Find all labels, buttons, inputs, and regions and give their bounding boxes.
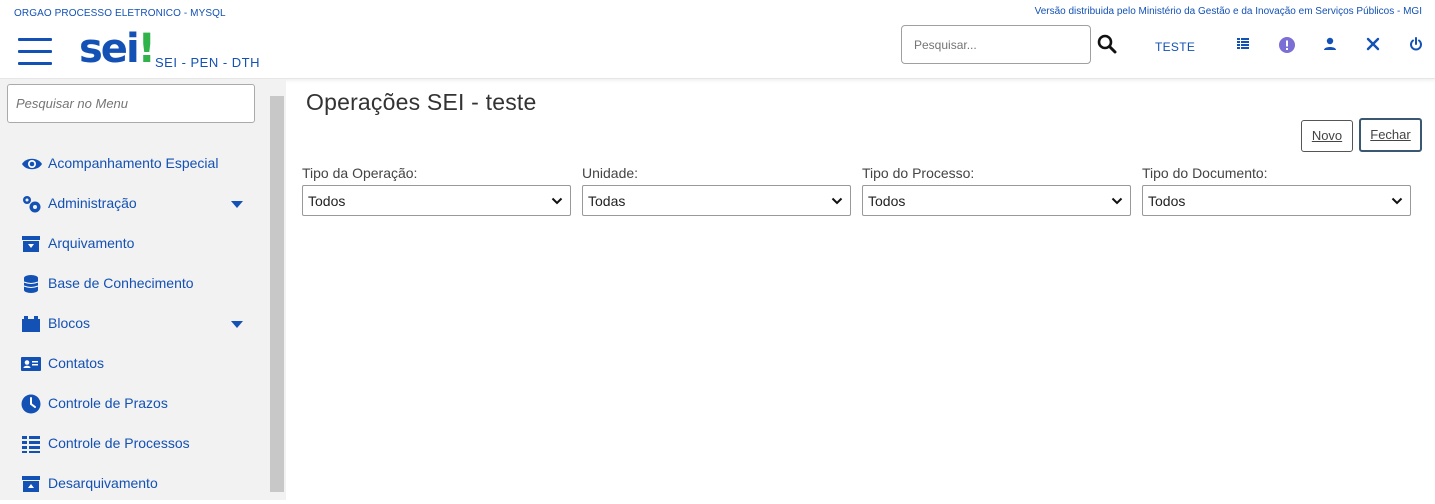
filter-label-tipo-operacao: Tipo da Operação: bbox=[302, 165, 418, 181]
chevron-down-icon bbox=[551, 197, 563, 205]
fechar-button[interactable]: Fechar bbox=[1359, 118, 1422, 152]
filter-label-tipo-processo: Tipo do Processo: bbox=[862, 165, 975, 181]
sidebar-item-desarquivamento[interactable]: Desarquivamento bbox=[0, 464, 266, 504]
sidebar-item-base-de-conhecimento[interactable]: Base de Conhecimento bbox=[0, 264, 266, 304]
chevron-down-icon bbox=[1111, 197, 1123, 205]
sidebar-item-label: Desarquivamento bbox=[48, 475, 158, 491]
chevron-down-icon[interactable] bbox=[231, 321, 243, 328]
grid-list-icon[interactable] bbox=[1236, 37, 1252, 53]
sidebar-item-contatos[interactable]: Contatos bbox=[0, 344, 266, 384]
alert-icon[interactable] bbox=[1279, 37, 1295, 53]
menu-toggle-button[interactable] bbox=[18, 38, 52, 66]
filter-label-tipo-documento: Tipo do Documento: bbox=[1142, 165, 1268, 181]
sidebar-item-label: Controle de Prazos bbox=[48, 395, 168, 411]
page-title: Operações SEI - teste bbox=[306, 89, 537, 115]
search-input[interactable] bbox=[901, 25, 1091, 64]
eye-icon bbox=[21, 154, 42, 174]
select-unidade[interactable]: Todas bbox=[582, 185, 851, 216]
novo-button[interactable]: Novo bbox=[1301, 120, 1353, 152]
org-name: ORGAO PROCESSO ELETRONICO - MYSQL bbox=[14, 8, 226, 19]
clock-icon bbox=[21, 394, 41, 414]
select-tipo-processo[interactable]: Todos bbox=[862, 185, 1131, 216]
power-icon[interactable] bbox=[1409, 37, 1425, 53]
sidebar-item-controle-de-processos[interactable]: Controle de Processos bbox=[0, 424, 266, 464]
unit-selector[interactable]: TESTE bbox=[1155, 40, 1195, 54]
chevron-down-icon bbox=[831, 197, 843, 205]
chevron-down-icon[interactable] bbox=[231, 201, 243, 208]
sidebar-item-acompanhamento-especial[interactable]: Acompanhamento Especial bbox=[0, 144, 266, 184]
sidebar-item-label: Contatos bbox=[48, 355, 105, 371]
unarchive-icon bbox=[21, 474, 41, 494]
sidebar-item-label: Acompanhamento Especial bbox=[48, 155, 219, 171]
top-header: ORGAO PROCESSO ELETRONICO - MYSQL Versão… bbox=[0, 0, 1435, 79]
gears-icon bbox=[21, 194, 41, 214]
sidebar-item-label: Administração bbox=[48, 195, 137, 211]
sidebar-item-controle-de-prazos[interactable]: Controle de Prazos bbox=[0, 384, 266, 424]
contact-card-icon bbox=[21, 354, 41, 374]
list-icon bbox=[21, 434, 41, 454]
sidebar-item-blocos[interactable]: Blocos bbox=[0, 304, 266, 344]
version-text: Versão distribuida pelo Ministério da Ge… bbox=[1034, 6, 1422, 17]
chevron-down-icon bbox=[1391, 197, 1403, 205]
select-tipo-documento[interactable]: Todos bbox=[1142, 185, 1411, 216]
select-tipo-operacao[interactable]: Todos bbox=[302, 185, 571, 216]
sidebar-item-arquivamento[interactable]: Arquivamento bbox=[0, 224, 266, 264]
sidebar-scrollbar[interactable] bbox=[270, 96, 284, 492]
sidebar-item-administracao[interactable]: Administração bbox=[0, 184, 266, 224]
folder-icon bbox=[21, 314, 41, 334]
tools-icon[interactable] bbox=[1366, 37, 1382, 53]
menu-search-input[interactable] bbox=[7, 84, 255, 123]
archive-icon bbox=[21, 234, 41, 254]
search-icon[interactable] bbox=[1097, 34, 1117, 54]
user-icon[interactable] bbox=[1323, 37, 1339, 53]
sidebar: Acompanhamento Especial Administração Ar… bbox=[0, 79, 286, 500]
filter-label-unidade: Unidade: bbox=[582, 165, 639, 181]
sidebar-item-label: Arquivamento bbox=[48, 235, 135, 251]
sidebar-item-label: Base de Conhecimento bbox=[48, 275, 194, 291]
sidebar-item-label: Blocos bbox=[48, 315, 91, 331]
database-icon bbox=[21, 274, 41, 294]
sei-logo[interactable]: sei! bbox=[79, 26, 156, 72]
sidebar-item-label: Controle de Processos bbox=[48, 435, 190, 451]
system-subtitle: SEI - PEN - DTH bbox=[155, 55, 261, 70]
